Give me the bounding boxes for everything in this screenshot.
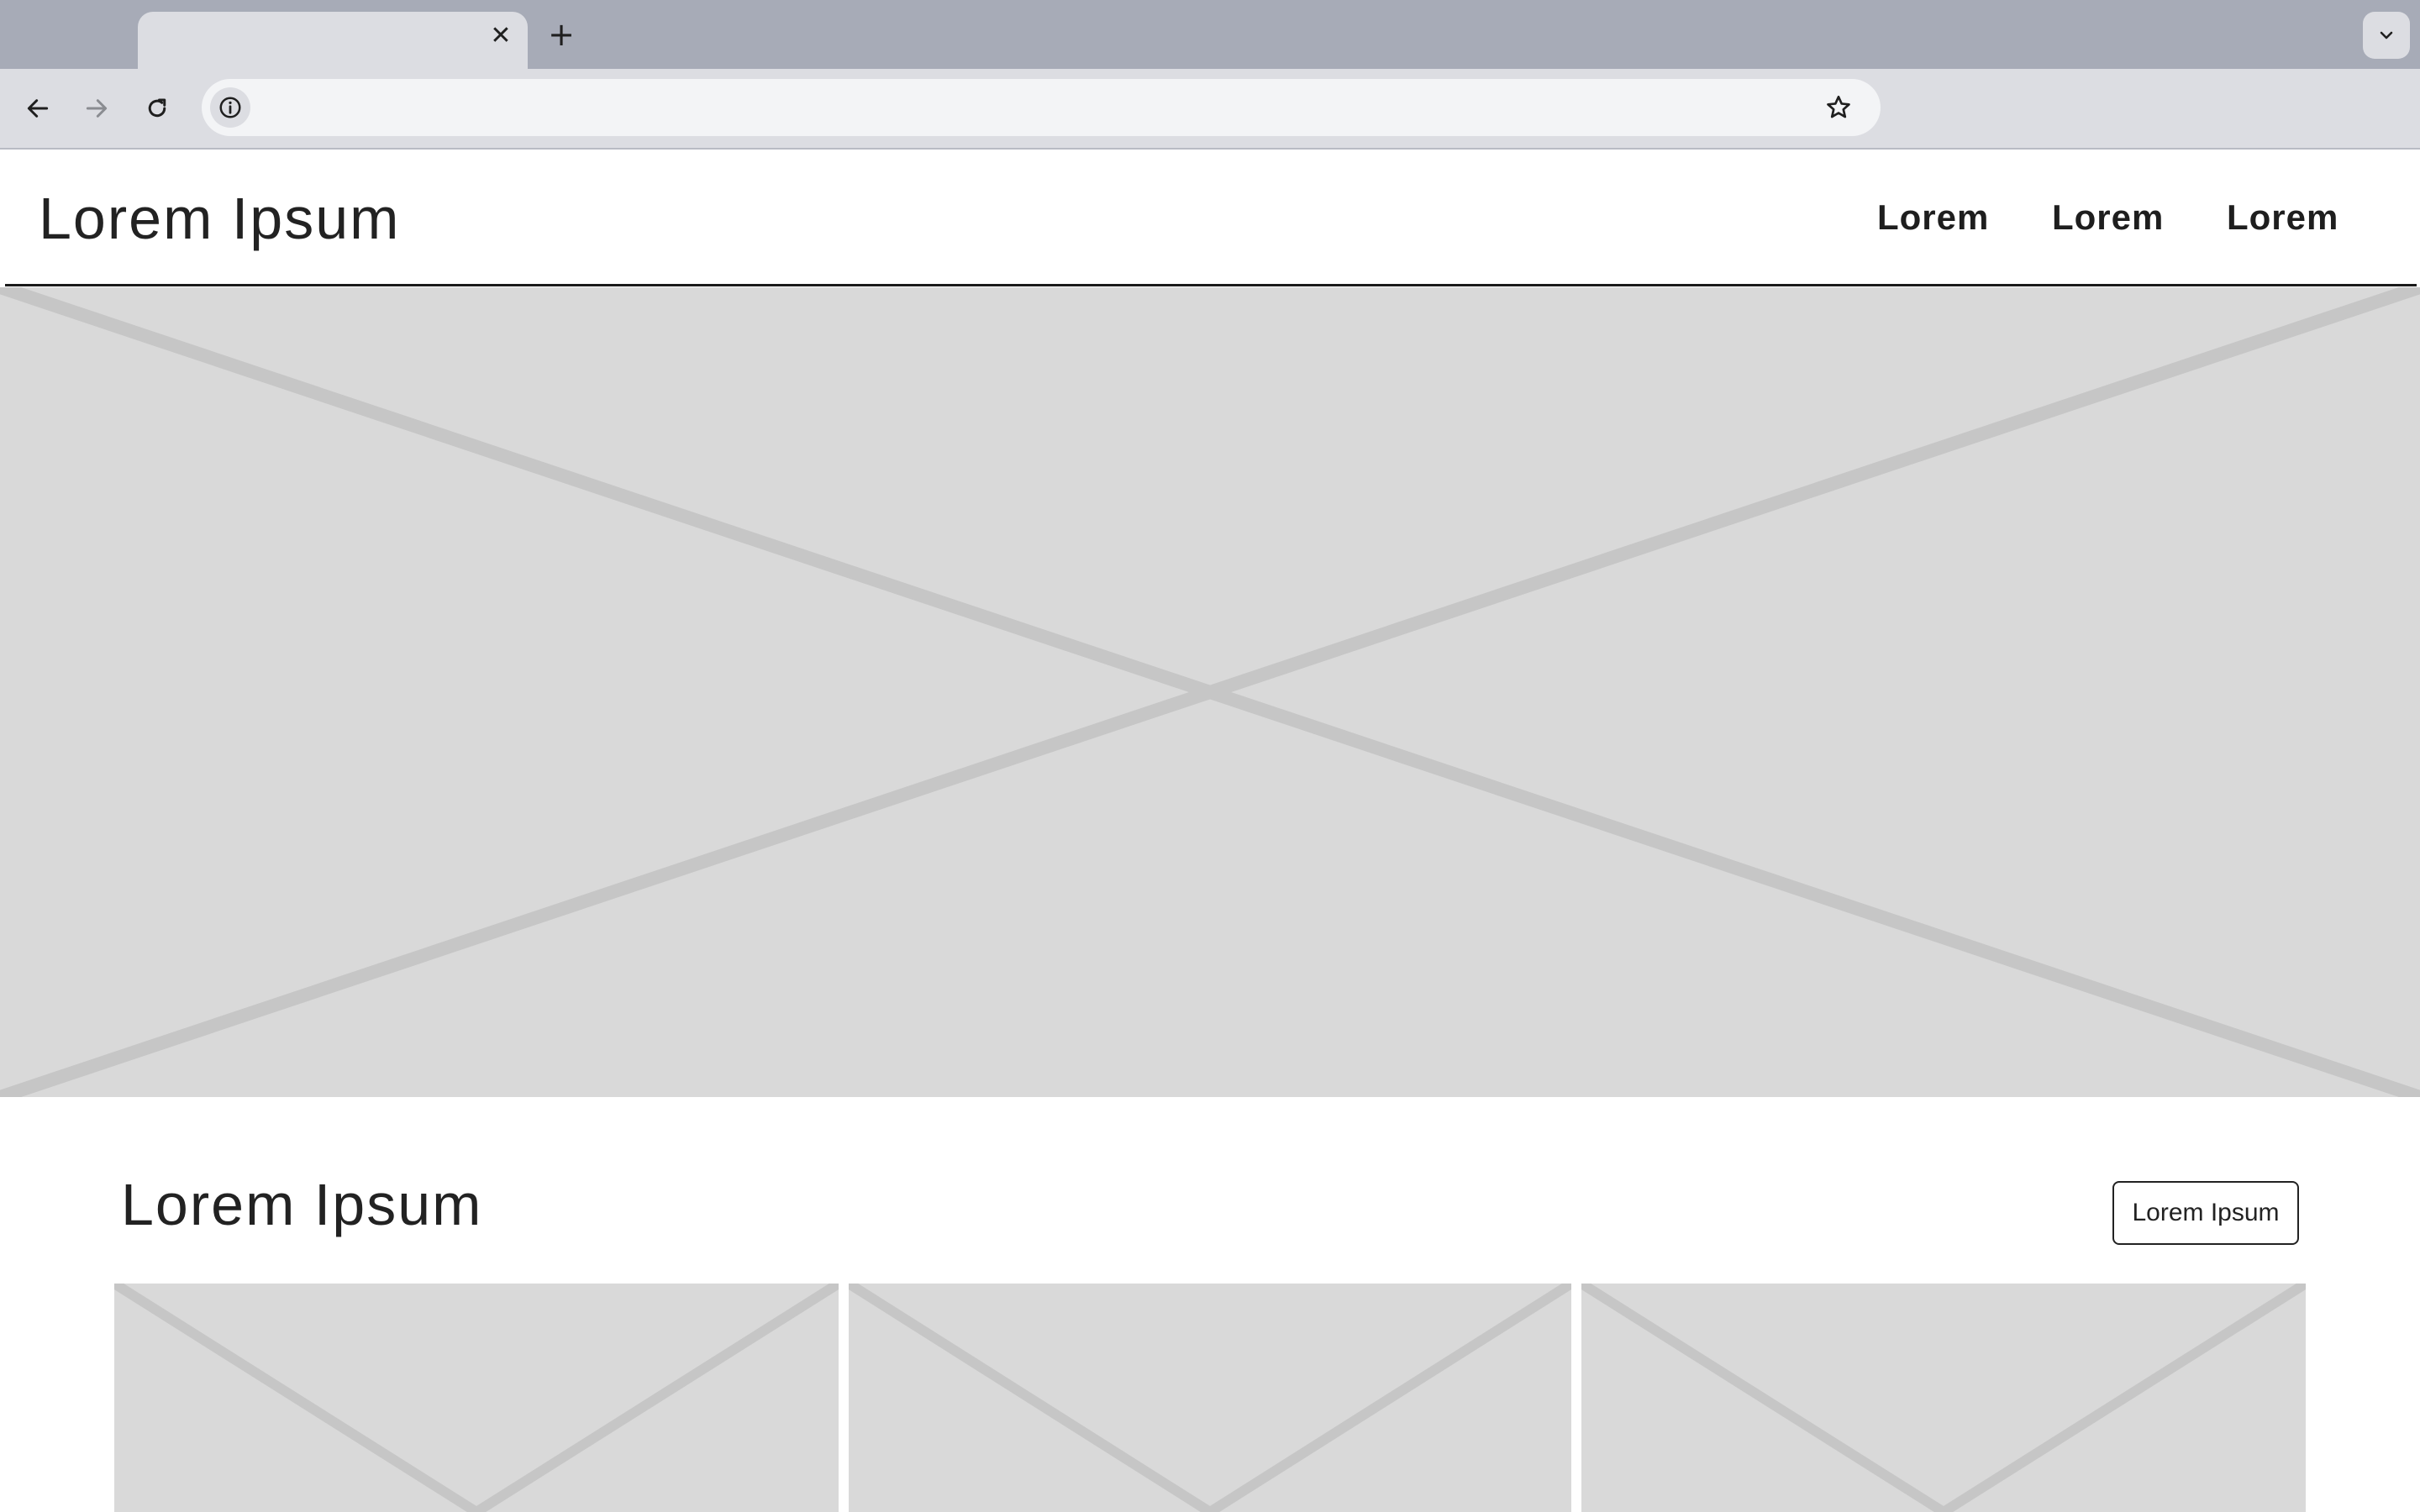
tab-strip: ✕ + [0,0,2420,69]
plus-icon[interactable]: + [539,15,583,54]
close-icon[interactable]: ✕ [479,18,523,52]
info-icon[interactable] [210,87,250,128]
header-divider [5,284,2417,286]
star-icon[interactable] [1818,87,1859,128]
address-bar[interactable] [202,79,1881,138]
browser-toolbar [0,69,2420,150]
nav-link[interactable]: Lorem [1877,197,1989,239]
address-input[interactable] [264,79,1763,138]
browser-tab[interactable] [138,12,528,69]
card-image-placeholder [114,1284,839,1512]
section-button[interactable]: Lorem Ipsum [2112,1181,2299,1245]
card-image-placeholder [849,1284,1571,1512]
forward-arrow-icon[interactable] [76,87,118,129]
card-image-placeholder [1581,1284,2306,1512]
back-arrow-icon[interactable] [17,87,59,129]
hero-image-placeholder [0,287,2420,1097]
nav-link[interactable]: Lorem [2052,197,2164,239]
nav-link[interactable]: Lorem [2227,197,2338,239]
chevron-down-icon[interactable] [2363,12,2410,59]
reload-icon[interactable] [136,87,178,129]
site-title: Lorem Ipsum [39,186,401,251]
section-title: Lorem Ipsum [121,1172,483,1237]
site-header: Lorem Ipsum Lorem Lorem Lorem [0,150,2420,286]
